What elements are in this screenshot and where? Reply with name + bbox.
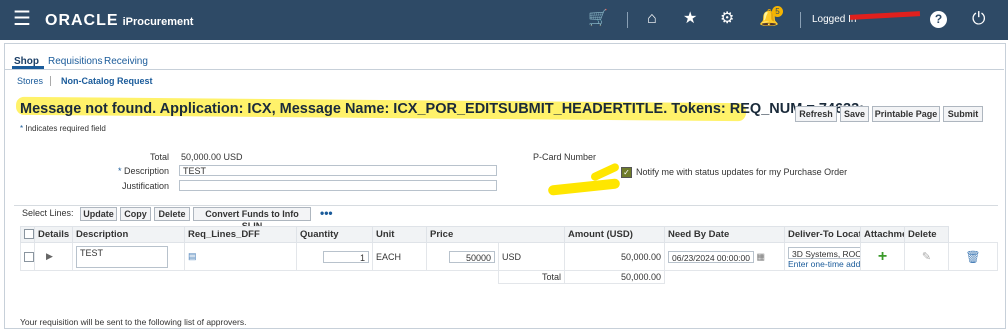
- need-by-date-input[interactable]: 06/23/2024 00:00:00: [668, 250, 754, 263]
- column-header-attachment: Attachment: [860, 226, 905, 243]
- total-label: Total: [149, 152, 169, 162]
- column-header-req-lines-dff: Req_Lines_DFF: [184, 226, 297, 243]
- brand-subtitle: iProcurement: [122, 16, 194, 28]
- approvers-note: Your requisition will be sent to the fol…: [20, 317, 247, 327]
- trash-icon[interactable]: 🗑: [965, 250, 980, 264]
- column-header-quantity: Quantity: [296, 226, 373, 243]
- column-header-details: Details: [34, 226, 73, 243]
- app-logo: ORACLE iProcurement: [45, 12, 193, 30]
- active-tab-indicator: [12, 66, 44, 69]
- attachment-cell: +: [860, 242, 905, 271]
- dff-icon[interactable]: ▤: [188, 251, 197, 261]
- total-value: 50,000.00 USD: [181, 152, 243, 162]
- column-header-description: Description: [72, 226, 185, 243]
- price-input[interactable]: 50000: [449, 250, 495, 263]
- notify-checkbox[interactable]: ✓: [621, 167, 632, 178]
- unit-cell: EACH: [372, 242, 427, 271]
- select-all-cell[interactable]: [20, 226, 35, 243]
- menu-icon[interactable]: ☰: [13, 9, 31, 29]
- description-cell: TEST: [72, 242, 185, 271]
- gear-icon[interactable]: ⚙: [720, 10, 734, 28]
- home-icon[interactable]: ⌂: [647, 10, 657, 28]
- topbar-divider: [627, 12, 628, 28]
- power-icon[interactable]: ⏻: [972, 10, 985, 28]
- table-row: ▶ TEST ▤ 1 EACH 50000 USD 50,000.00 06/2…: [20, 242, 998, 271]
- select-all-checkbox[interactable]: [24, 229, 34, 240]
- subnav-stores[interactable]: Stores: [17, 76, 43, 86]
- row-select-cell[interactable]: [20, 242, 35, 271]
- tab-receiving[interactable]: Receiving: [104, 56, 148, 67]
- total-row: Total 50,000.00: [21, 270, 998, 284]
- select-lines-label: Select Lines:: [22, 208, 74, 218]
- refresh-button[interactable]: Refresh: [795, 106, 837, 122]
- total-row-spacer: [21, 271, 499, 284]
- total-row-amount: 50,000.00: [564, 270, 665, 284]
- page-title: Message not found. Application: ICX, Mes…: [20, 101, 864, 117]
- notify-label: Notify me with status updates for my Pur…: [636, 167, 848, 177]
- row-checkbox[interactable]: [24, 251, 34, 262]
- required-note: * Indicates required field: [20, 124, 106, 133]
- column-header-price: Price: [426, 226, 565, 243]
- quantity-input[interactable]: 1: [323, 250, 369, 263]
- calendar-icon[interactable]: ▦: [757, 251, 766, 261]
- printable-page-button[interactable]: Printable Page: [872, 106, 940, 122]
- column-header-unit: Unit: [372, 226, 427, 243]
- quantity-cell: 1: [296, 242, 373, 271]
- requisition-lines-table: Details Description Req_Lines_DFF Quanti…: [20, 226, 998, 284]
- add-attachment-icon[interactable]: +: [878, 248, 887, 265]
- column-header-deliver-to: Deliver-To Location: [784, 226, 861, 243]
- submit-button[interactable]: Submit: [943, 106, 983, 122]
- column-header-delete: Delete: [904, 226, 949, 243]
- justification-field[interactable]: [179, 180, 497, 191]
- column-header-need-by-date: Need By Date: [664, 226, 785, 243]
- details-cell[interactable]: ▶: [34, 242, 73, 271]
- more-options-icon[interactable]: •••: [320, 206, 333, 220]
- deliver-to-cell: 3D Systems, ROCK H ⌕ Enter one-time addr…: [784, 242, 861, 271]
- pcard-label: P-Card Number: [533, 152, 597, 162]
- delete-cell: ✎: [904, 242, 949, 271]
- need-by-cell: 06/23/2024 00:00:00 ▦: [664, 242, 785, 271]
- subnav-non-catalog-request[interactable]: Non-Catalog Request: [61, 76, 153, 86]
- description-label-text: Description: [123, 166, 169, 176]
- help-icon[interactable]: ?: [930, 11, 947, 28]
- tab-requisitions[interactable]: Requisitions: [48, 56, 102, 67]
- required-note-text: Indicates required field: [25, 124, 106, 133]
- cart-icon[interactable]: 🛒: [588, 10, 608, 28]
- one-time-address-link[interactable]: Enter one-time address: [788, 259, 860, 269]
- topbar-divider: [800, 12, 801, 28]
- deliver-to-input[interactable]: 3D Systems, ROCK H ⌕: [788, 246, 860, 259]
- redaction-mark: [849, 11, 921, 20]
- delete-lines-button[interactable]: Delete: [154, 207, 190, 221]
- top-bar: ☰ ORACLE iProcurement 🛒 ⌂ ★ ⚙ 🔔 5 Logged …: [0, 0, 1008, 40]
- pencil-icon[interactable]: ✎: [922, 251, 931, 263]
- update-button[interactable]: Update: [80, 207, 117, 221]
- column-header-amount: Amount (USD): [564, 226, 665, 243]
- brand-title: ORACLE: [45, 12, 119, 29]
- star-icon[interactable]: ★: [683, 10, 697, 28]
- convert-funds-button[interactable]: Convert Funds to Info SLIN: [193, 207, 311, 231]
- expand-icon[interactable]: ▶: [46, 251, 53, 261]
- justification-label: Justification: [121, 181, 169, 191]
- total-row-filler: [665, 271, 949, 284]
- line-description-input[interactable]: TEST: [76, 245, 168, 268]
- dff-cell: ▤: [184, 242, 297, 271]
- description-label: * Description: [100, 166, 169, 176]
- amount-cell: 50,000.00: [564, 242, 665, 271]
- tab-bar: [4, 43, 1004, 70]
- deliver-to-value: 3D Systems, ROCK H: [792, 248, 860, 259]
- copy-button[interactable]: Copy: [120, 207, 151, 221]
- notification-badge: 5: [772, 6, 783, 17]
- save-button[interactable]: Save: [840, 106, 869, 122]
- total-row-label: Total: [498, 270, 565, 284]
- trash-cell: 🗑: [948, 242, 998, 271]
- table-header-row: Details Description Req_Lines_DFF Quanti…: [20, 226, 998, 243]
- description-field[interactable]: TEST: [179, 165, 497, 176]
- subnav-divider: [50, 76, 51, 86]
- currency-cell: USD: [498, 242, 565, 271]
- price-cell: 50000: [426, 242, 499, 271]
